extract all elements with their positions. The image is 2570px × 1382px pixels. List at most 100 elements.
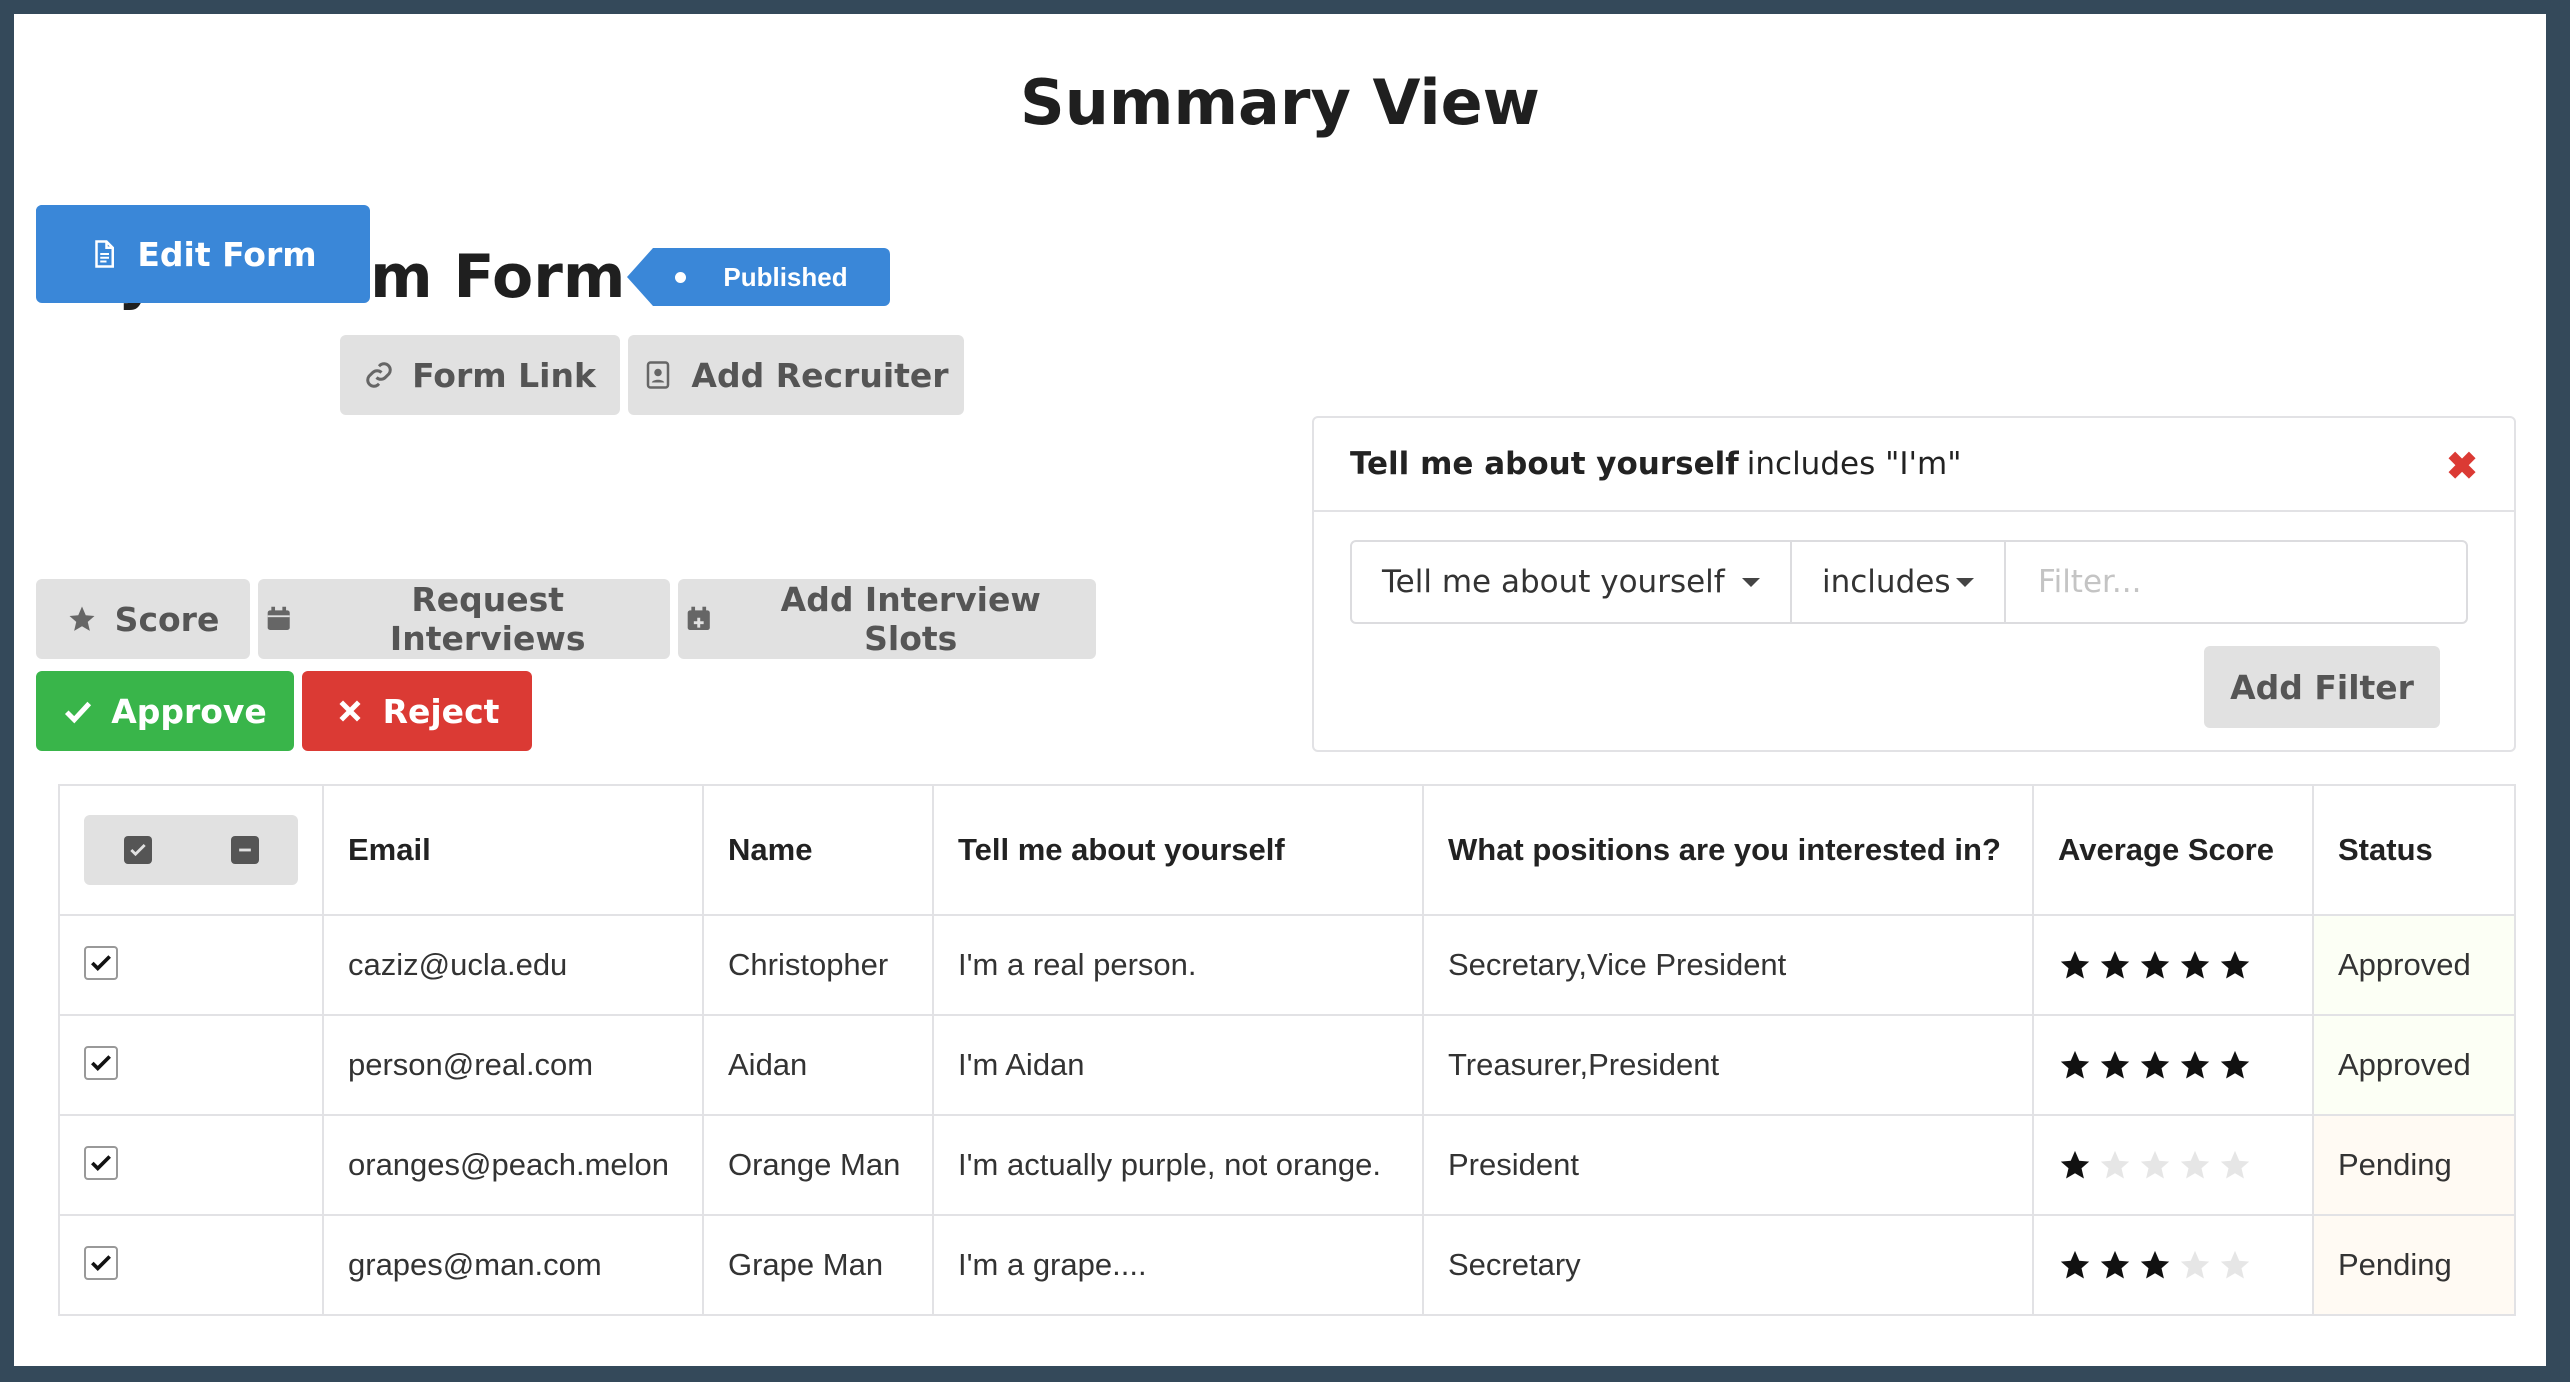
- name-cell: Orange Man: [702, 1114, 934, 1216]
- checkmark-icon: [65, 701, 92, 724]
- status-cell: Approved: [2312, 1014, 2516, 1116]
- checkmark-icon: [91, 955, 111, 972]
- row-select-cell: [58, 1014, 324, 1116]
- email-cell: caziz@ucla.edu: [322, 914, 704, 1016]
- summary-panel: Summary View My Custom Form Published Ed…: [14, 14, 2546, 1366]
- column-header-name[interactable]: Name: [702, 784, 934, 916]
- request-interviews-button[interactable]: Request Interviews: [258, 579, 670, 659]
- add-recruiter-button[interactable]: Add Recruiter: [628, 335, 964, 415]
- status-tag-label: Published: [723, 261, 848, 292]
- name-cell: Christopher: [702, 914, 934, 1016]
- calendar-icon: [267, 606, 290, 631]
- reject-button[interactable]: Reject: [302, 671, 532, 751]
- about-cell: I'm a real person.: [932, 914, 1424, 1016]
- score-label: Score: [114, 599, 220, 639]
- positions-cell: President: [1422, 1114, 2034, 1216]
- filter-summary-rest: includes "I'm": [1746, 446, 1962, 482]
- row-select-cell: [58, 1214, 324, 1316]
- file-icon: [95, 240, 115, 268]
- row-checkbox[interactable]: [84, 1046, 118, 1080]
- star-empty-icon: [2220, 1250, 2250, 1279]
- bulk-select-control: [84, 815, 298, 885]
- email-cell: grapes@man.com: [322, 1214, 704, 1316]
- star-filled-icon: [2100, 950, 2130, 979]
- star-rating[interactable]: [2058, 1048, 2288, 1082]
- row-select-cell: [58, 914, 324, 1016]
- request-interviews-label: Request Interviews: [389, 580, 586, 658]
- filter-operator-value: includes: [1822, 564, 1951, 600]
- form-link-button[interactable]: Form Link: [340, 335, 620, 415]
- row-select-cell: [58, 1114, 324, 1216]
- column-header-about[interactable]: Tell me about yourself: [932, 784, 1424, 916]
- star-icon: [69, 606, 95, 631]
- star-filled-icon: [2220, 950, 2250, 979]
- name-cell: Aidan: [702, 1014, 934, 1116]
- column-header-score[interactable]: Average Score: [2032, 784, 2314, 916]
- close-icon: [339, 700, 361, 722]
- star-filled-icon: [2060, 1050, 2090, 1079]
- approve-label: Approve: [111, 691, 267, 731]
- filter-operator-select[interactable]: includes: [1792, 542, 2006, 622]
- star-filled-icon: [2140, 950, 2170, 979]
- status-tag: Published: [627, 248, 890, 306]
- table-row[interactable]: person@real.com Aidan I'm Aidan Treasurer,P…: [58, 1014, 2516, 1116]
- star-empty-icon: [2220, 1150, 2250, 1179]
- row-checkbox[interactable]: [84, 1246, 118, 1280]
- row-checkbox[interactable]: [84, 946, 118, 980]
- score-cell: [2032, 1114, 2314, 1216]
- table-row[interactable]: caziz@ucla.edu Christopher I'm a real pers…: [58, 914, 2516, 1016]
- add-filter-button[interactable]: Add Filter: [2204, 646, 2440, 728]
- table-row[interactable]: grapes@man.com Grape Man I'm a grape.... Se…: [58, 1214, 2516, 1316]
- checkmark-icon: [91, 1155, 111, 1172]
- tag-dot-icon: [675, 272, 687, 283]
- email-cell: oranges@peach.melon: [322, 1114, 704, 1216]
- star-filled-icon: [2100, 1050, 2130, 1079]
- deselect-all-icon[interactable]: [230, 836, 259, 864]
- column-header-positions[interactable]: What positions are you interested in?: [1422, 784, 2034, 916]
- table-row[interactable]: oranges@peach.melon Orange Man I'm actuall…: [58, 1114, 2516, 1216]
- score-button[interactable]: Score: [36, 579, 250, 659]
- checkmark-icon: [91, 1255, 111, 1272]
- contact-card-icon: [647, 361, 670, 389]
- star-filled-icon: [2180, 1050, 2210, 1079]
- positions-cell: Secretary,Vice President: [1422, 914, 2034, 1016]
- star-rating[interactable]: [2058, 948, 2288, 982]
- checkmark-icon: [91, 1055, 111, 1072]
- select-all-icon[interactable]: [123, 836, 152, 864]
- star-filled-icon: [2060, 1150, 2090, 1179]
- status-cell: Pending: [2312, 1114, 2516, 1216]
- star-rating[interactable]: [2058, 1148, 2288, 1182]
- select-header: [58, 784, 324, 916]
- add-recruiter-label: Add Recruiter: [691, 355, 949, 395]
- add-interview-slots-label: Add Interview Slots: [780, 580, 1041, 658]
- chevron-down-icon: [1742, 577, 1760, 587]
- page-title: Summary View: [1020, 66, 1540, 139]
- remove-filter-icon[interactable]: ✖: [2446, 444, 2478, 489]
- column-header-email[interactable]: Email: [322, 784, 704, 916]
- submissions-table: Email Name Tell me about yourself What p…: [58, 784, 2516, 1316]
- star-rating[interactable]: [2058, 1248, 2288, 1282]
- filter-field-value: Tell me about yourself: [1382, 564, 1725, 600]
- calendar-plus-icon: [687, 606, 710, 631]
- email-cell: person@real.com: [322, 1014, 704, 1116]
- filter-summary-field: Tell me about yourself: [1350, 446, 1739, 482]
- star-filled-icon: [2140, 1050, 2170, 1079]
- column-header-status[interactable]: Status: [2312, 784, 2516, 916]
- row-checkbox[interactable]: [84, 1146, 118, 1180]
- positions-cell: Treasurer,President: [1422, 1014, 2034, 1116]
- about-cell: I'm Aidan: [932, 1014, 1424, 1116]
- approve-button[interactable]: Approve: [36, 671, 294, 751]
- score-cell: [2032, 914, 2314, 1016]
- star-empty-icon: [2180, 1150, 2210, 1179]
- star-filled-icon: [2180, 950, 2210, 979]
- star-filled-icon: [2060, 950, 2090, 979]
- add-interview-slots-button[interactable]: Add Interview Slots: [678, 579, 1096, 659]
- chevron-down-icon: [1956, 577, 1974, 587]
- filter-value-input[interactable]: [2006, 542, 2466, 622]
- name-cell: Grape Man: [702, 1214, 934, 1316]
- star-empty-icon: [2180, 1250, 2210, 1279]
- score-cell: [2032, 1014, 2314, 1116]
- filter-field-select[interactable]: Tell me about yourself: [1352, 542, 1792, 622]
- edit-form-button[interactable]: Edit Form: [36, 205, 370, 303]
- filter-controls: Tell me about yourself includes: [1350, 540, 2468, 624]
